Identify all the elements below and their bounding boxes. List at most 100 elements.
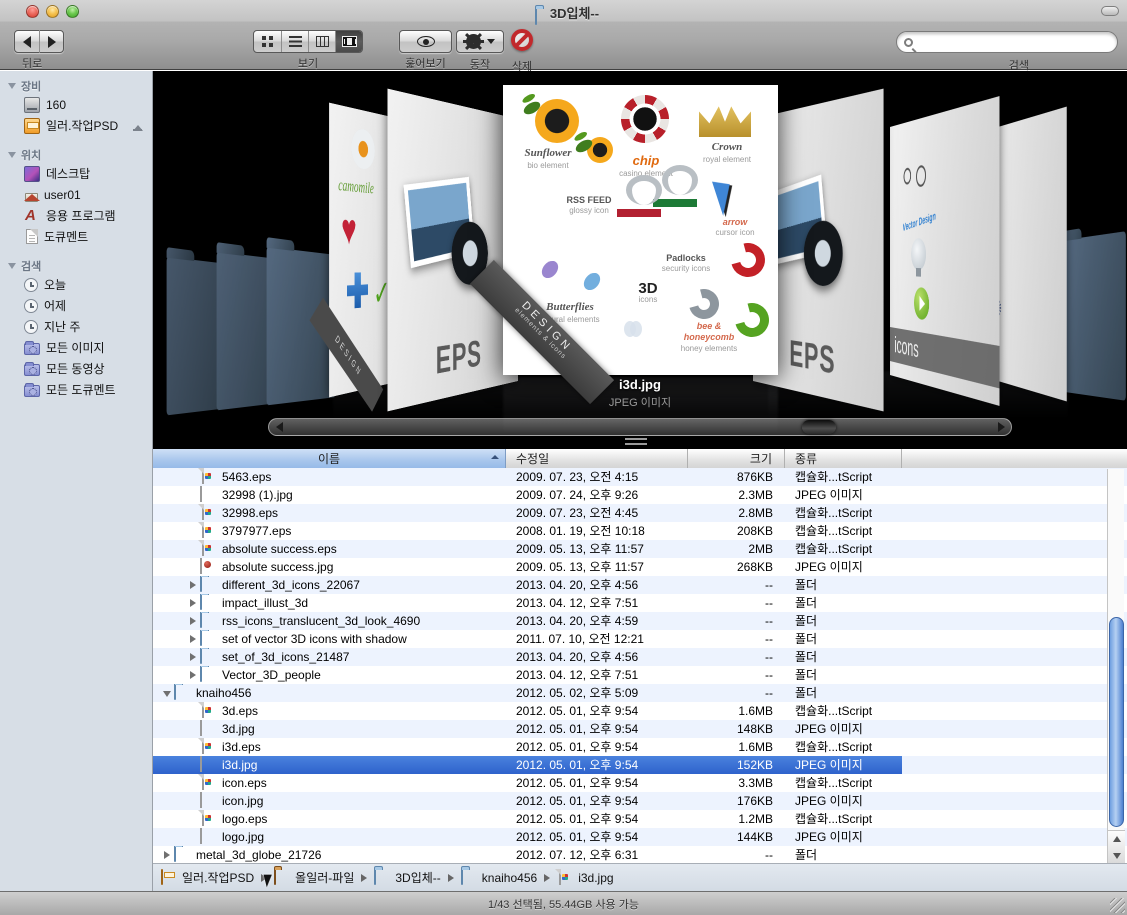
table-row[interactable]: i3d.eps2012. 05. 01, 오후 9:541.6MB캡슐화...t… — [153, 738, 1127, 756]
table-row[interactable]: 3d.eps2012. 05. 01, 오후 9:541.6MB캡슐화...tS… — [153, 702, 1127, 720]
list-view-button[interactable] — [281, 31, 308, 52]
column-header-kind[interactable]: 종류 — [785, 449, 902, 468]
icon-view-button[interactable] — [254, 31, 281, 52]
file-size-text: -- — [765, 650, 773, 664]
title-bar[interactable]: 3D입체-- — [0, 0, 1127, 22]
table-row[interactable]: rss_icons_translucent_3d_look_46902013. … — [153, 612, 1127, 630]
search-input[interactable] — [913, 35, 1117, 49]
sidebar-section-header[interactable]: 장비 — [0, 77, 152, 94]
table-row[interactable]: logo.jpg2012. 05. 01, 오후 9:54144KBJPEG 이… — [153, 828, 1127, 846]
disclosure-triangle[interactable] — [186, 617, 200, 625]
table-row[interactable]: i3d.jpg2012. 05. 01, 오후 9:54152KBJPEG 이미… — [153, 756, 1127, 774]
toolbar-toggle-button[interactable] — [1101, 6, 1119, 16]
coverflow-scrollbar[interactable] — [268, 418, 1012, 436]
table-row[interactable]: icon.jpg2012. 05. 01, 오후 9:54176KBJPEG 이… — [153, 792, 1127, 810]
quicklook-button[interactable] — [399, 30, 452, 53]
table-row[interactable]: metal_3d_globe_217262012. 07. 12, 오후 6:3… — [153, 846, 1127, 864]
sidebar-item-지난 주[interactable]: 지난 주 — [0, 316, 152, 337]
table-row[interactable]: absolute success.jpg2009. 05. 13, 오후 11:… — [153, 558, 1127, 576]
delete-button[interactable] — [511, 29, 533, 51]
table-row[interactable]: 3d.jpg2012. 05. 01, 오후 9:54148KBJPEG 이미지 — [153, 720, 1127, 738]
sidebar-item-160[interactable]: 160 — [0, 94, 152, 115]
disclosure-triangle[interactable] — [186, 635, 200, 643]
sidebar-item-user01[interactable]: user01 — [0, 184, 152, 205]
coverflow-item-eps-document[interactable]: EPS — [387, 89, 518, 412]
file-size-text: 148KB — [737, 722, 773, 736]
sidebar-item-어제[interactable]: 어제 — [0, 295, 152, 316]
eps-file-icon — [202, 738, 204, 754]
disclosure-triangle[interactable] — [186, 671, 200, 679]
file-kind: JPEG 이미지 — [785, 828, 902, 846]
column-header-name[interactable]: 이름 — [153, 449, 506, 468]
table-row[interactable]: 32998 (1).jpg2009. 07. 24, 오후 9:262.3MBJ… — [153, 486, 1127, 504]
scroll-down-button[interactable] — [1108, 848, 1125, 864]
file-kind: 폴더 — [785, 576, 902, 594]
file-date: 2013. 04. 20, 오후 4:56 — [506, 576, 688, 594]
column-header-date[interactable]: 수정일 — [506, 449, 688, 468]
sidebar-item-모든 이미지[interactable]: 모든 이미지 — [0, 337, 152, 358]
breadcrumb-item[interactable]: 올일러-파일 — [274, 869, 354, 886]
coverflow-view-button[interactable] — [335, 31, 362, 52]
forward-button[interactable] — [39, 30, 63, 53]
window-resize-grip[interactable] — [1110, 898, 1125, 913]
eject-icon[interactable] — [131, 119, 144, 132]
sidebar-item-데스크탑[interactable]: 데스크탑 — [0, 163, 152, 184]
table-row[interactable]: different_3d_icons_220672013. 04. 20, 오후… — [153, 576, 1127, 594]
table-row[interactable]: logo.eps2012. 05. 01, 오후 9:541.2MB캡슐화...… — [153, 810, 1127, 828]
sidebar-item-응용 프로그램[interactable]: 응용 프로그램 — [0, 205, 152, 226]
table-row[interactable]: impact_illust_3d2013. 04. 12, 오후 7:51--폴… — [153, 594, 1127, 612]
table-row[interactable]: set_of_3d_icons_214872013. 04. 20, 오후 4:… — [153, 648, 1127, 666]
cell-filler — [902, 558, 1127, 576]
search-field[interactable] — [896, 31, 1118, 53]
coverflow-scroll-left-button[interactable] — [269, 422, 289, 432]
breadcrumb-item[interactable]: i3d.jpg — [557, 870, 613, 885]
breadcrumb-item[interactable]: 3D입체-- — [374, 869, 440, 886]
file-kind-text: 캡슐화...tScript — [795, 738, 872, 755]
breadcrumb-item[interactable]: knaiho456 — [461, 870, 537, 885]
vertical-scrollbar[interactable] — [1107, 469, 1124, 864]
table-row[interactable]: 3797977.eps2008. 01. 19, 오전 10:18208KB캡슐… — [153, 522, 1127, 540]
crumb-separator-icon — [448, 874, 454, 882]
file-date-text: 2012. 05. 01, 오후 9:54 — [516, 720, 638, 737]
file-kind: 폴더 — [785, 648, 902, 666]
coverflow-scroll-track[interactable] — [289, 419, 991, 435]
action-button[interactable] — [456, 30, 504, 53]
scroll-up-button[interactable] — [1108, 831, 1125, 848]
column-header-size[interactable]: 크기 — [688, 449, 785, 468]
sidebar-item-모든 동영상[interactable]: 모든 동영상 — [0, 358, 152, 379]
coverflow-item-icons-page[interactable]: Vector Design icons — [890, 96, 1000, 406]
disclosure-triangle[interactable] — [160, 851, 174, 859]
disclosure-triangle[interactable] — [160, 688, 174, 697]
coverflow-scroll-thumb[interactable] — [802, 420, 836, 434]
table-row[interactable]: set of vector 3D icons with shadow2011. … — [153, 630, 1127, 648]
cell-name: impact_illust_3d — [153, 594, 506, 612]
sidebar-section-header[interactable]: 위치 — [0, 146, 152, 163]
file-date-text: 2012. 05. 01, 오후 9:54 — [516, 774, 638, 791]
scrollbar-thumb[interactable] — [1109, 617, 1124, 827]
table-row[interactable]: absolute success.eps2009. 05. 13, 오후 11:… — [153, 540, 1127, 558]
sidebar-item-모든 도큐멘트[interactable]: 모든 도큐멘트 — [0, 379, 152, 400]
disclosure-triangle[interactable] — [186, 581, 200, 589]
coverflow-item-folder[interactable] — [1058, 231, 1126, 401]
pane-resize-grip[interactable] — [625, 438, 647, 445]
coverflow-scroll-right-button[interactable] — [991, 422, 1011, 432]
table-row[interactable]: 32998.eps2009. 07. 23, 오전 4:452.8MB캡슐화..… — [153, 504, 1127, 522]
path-bar: 일러.작업PSD 올일러-파일 3D입체-- knaiho456 i3d.jpg — [153, 863, 1127, 891]
table-row[interactable]: Vector_3D_people2013. 04. 12, 오후 7:51--폴… — [153, 666, 1127, 684]
sidebar-section-header[interactable]: 검색 — [0, 257, 152, 274]
disclosure-triangle[interactable] — [186, 599, 200, 607]
column-view-button[interactable] — [308, 31, 335, 52]
sidebar-item-오늘[interactable]: 오늘 — [0, 274, 152, 295]
sidebar-item-일러.작업PSD[interactable]: 일러.작업PSD — [0, 115, 152, 136]
table-row[interactable]: 5463.eps2009. 07. 23, 오전 4:15876KB캡슐화...… — [153, 468, 1127, 486]
view-switcher: 보기 — [253, 30, 363, 71]
breadcrumb-item[interactable]: 일러.작업PSD — [161, 869, 254, 886]
table-row[interactable]: knaiho4562012. 05. 02, 오후 5:09--폴더 — [153, 684, 1127, 702]
coverflow-selected-item[interactable]: Sunflowerbio element chipcasino element … — [503, 85, 778, 375]
table-row[interactable]: icon.eps2012. 05. 01, 오후 9:543.3MB캡슐화...… — [153, 774, 1127, 792]
file-size: 148KB — [688, 720, 785, 738]
file-name: i3d.eps — [222, 740, 261, 754]
sidebar-item-도큐멘트[interactable]: 도큐멘트 — [0, 226, 152, 247]
back-button[interactable] — [15, 30, 39, 53]
disclosure-triangle[interactable] — [186, 653, 200, 661]
